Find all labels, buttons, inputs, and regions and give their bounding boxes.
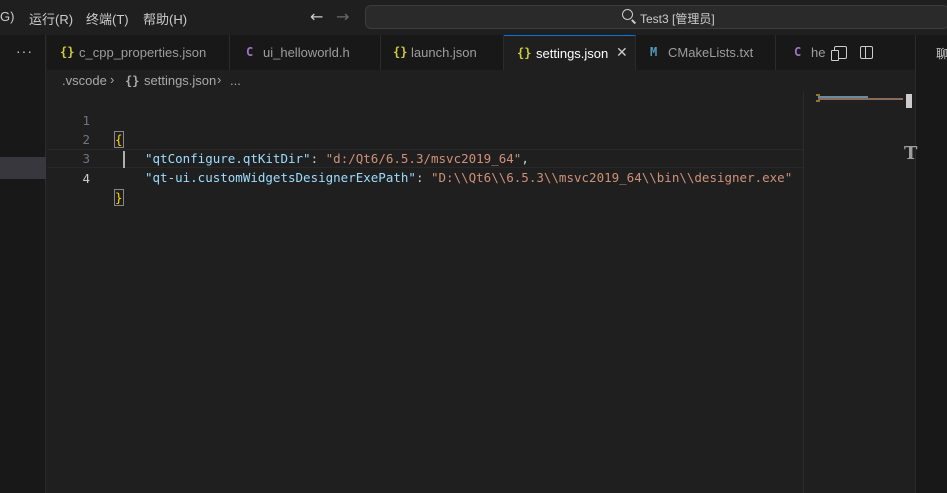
editor-tabs: {} c_cpp_properties.json C ui_helloworld… bbox=[47, 35, 915, 71]
scrollbar-thumb[interactable] bbox=[906, 94, 912, 108]
code-editor[interactable]: 1 { 2 "qtConfigure.qtKitDir": "d:/Qt6/6.… bbox=[47, 92, 803, 493]
close-brace: } bbox=[114, 189, 124, 206]
json-icon: {} bbox=[60, 45, 75, 59]
menu-run[interactable]: 运行(R) bbox=[29, 9, 73, 28]
chevron-right-icon: › bbox=[110, 72, 115, 87]
tab-label: he bbox=[811, 45, 826, 60]
chat-panel-label[interactable]: 聊 bbox=[936, 45, 947, 62]
minimap[interactable] bbox=[803, 92, 904, 493]
editor-actions bbox=[830, 35, 915, 70]
back-arrow-icon[interactable]: ← bbox=[310, 7, 323, 26]
breadcrumb-file[interactable]: settings.json bbox=[144, 73, 216, 88]
split-editor-icon[interactable] bbox=[860, 46, 873, 59]
breadcrumb-more[interactable]: ... bbox=[230, 73, 241, 88]
command-center-search[interactable]: Test3 [管理员] bbox=[365, 5, 947, 29]
breadcrumb-folder[interactable]: .vscode bbox=[62, 73, 107, 88]
search-text: Test3 [管理员] bbox=[640, 12, 715, 26]
chevron-right-icon: › bbox=[217, 72, 222, 87]
title-bar: G) 运行(R) 终端(T) 帮助(H) ← → Test3 [管理员] bbox=[0, 0, 947, 35]
json-colon: : bbox=[415, 170, 431, 185]
tab-he[interactable]: C he bbox=[776, 35, 836, 70]
tab-c-cpp-properties[interactable]: {} c_cpp_properties.json bbox=[47, 35, 230, 70]
json-key: "qt-ui.customWidgetsDesignerExePath" bbox=[145, 170, 416, 185]
forward-arrow-icon[interactable]: → bbox=[336, 7, 349, 26]
code-line: 1 { bbox=[47, 92, 803, 148]
more-actions-icon[interactable]: ··· bbox=[16, 43, 33, 59]
menu-help[interactable]: 帮助(H) bbox=[143, 9, 187, 28]
json-icon: {} bbox=[517, 46, 532, 60]
tab-label: launch.json bbox=[411, 45, 477, 60]
code-line-current: 4 } bbox=[47, 149, 803, 206]
code-line: 2 "qtConfigure.qtKitDir": "d:/Qt6/6.5.3/… bbox=[47, 111, 803, 166]
close-icon[interactable]: ✕ bbox=[616, 44, 628, 61]
tab-label: c_cpp_properties.json bbox=[79, 45, 207, 60]
open-changes-icon[interactable] bbox=[831, 46, 847, 61]
menu-terminal[interactable]: 终端(T) bbox=[86, 9, 129, 28]
text-caret bbox=[123, 151, 125, 168]
code-content: } bbox=[114, 188, 124, 207]
tab-label: ui_helloworld.h bbox=[263, 45, 350, 60]
minimap-line bbox=[818, 98, 904, 100]
line-number: 4 bbox=[82, 171, 90, 186]
code-content: "qt-ui.customWidgetsDesignerExePath": "D… bbox=[145, 168, 792, 187]
tab-label: CMakeLists.txt bbox=[668, 45, 754, 60]
search-icon bbox=[622, 9, 633, 20]
tab-launch-json[interactable]: {} launch.json bbox=[381, 35, 504, 70]
c-file-icon: C bbox=[794, 45, 802, 59]
tab-label: settings.json bbox=[536, 46, 609, 61]
explorer-selected-item[interactable] bbox=[0, 157, 46, 179]
menu-debug[interactable]: G) bbox=[0, 9, 14, 24]
minimap-line bbox=[816, 100, 820, 102]
i-beam-cursor-icon: T bbox=[904, 143, 918, 164]
tab-settings-json[interactable]: {} settings.json ✕ bbox=[504, 35, 636, 71]
tab-ui-helloworld[interactable]: C ui_helloworld.h bbox=[230, 35, 381, 70]
json-value: "D:\\Qt6\\6.5.3\\msvc2019_64\\bin\\desig… bbox=[431, 170, 793, 185]
explorer-strip: ··· bbox=[0, 35, 46, 493]
json-icon: {} bbox=[125, 74, 140, 88]
secondary-sidebar: 聊 bbox=[915, 35, 947, 493]
code-line: 3 "qt-ui.customWidgetsDesignerExePath": … bbox=[47, 130, 803, 185]
tab-cmakelists[interactable]: M CMakeLists.txt bbox=[636, 35, 776, 70]
c-file-icon: C bbox=[246, 45, 254, 59]
json-icon: {} bbox=[393, 45, 408, 59]
breadcrumb: .vscode › {} settings.json › ... bbox=[47, 70, 915, 92]
cmake-icon: M bbox=[650, 45, 658, 59]
